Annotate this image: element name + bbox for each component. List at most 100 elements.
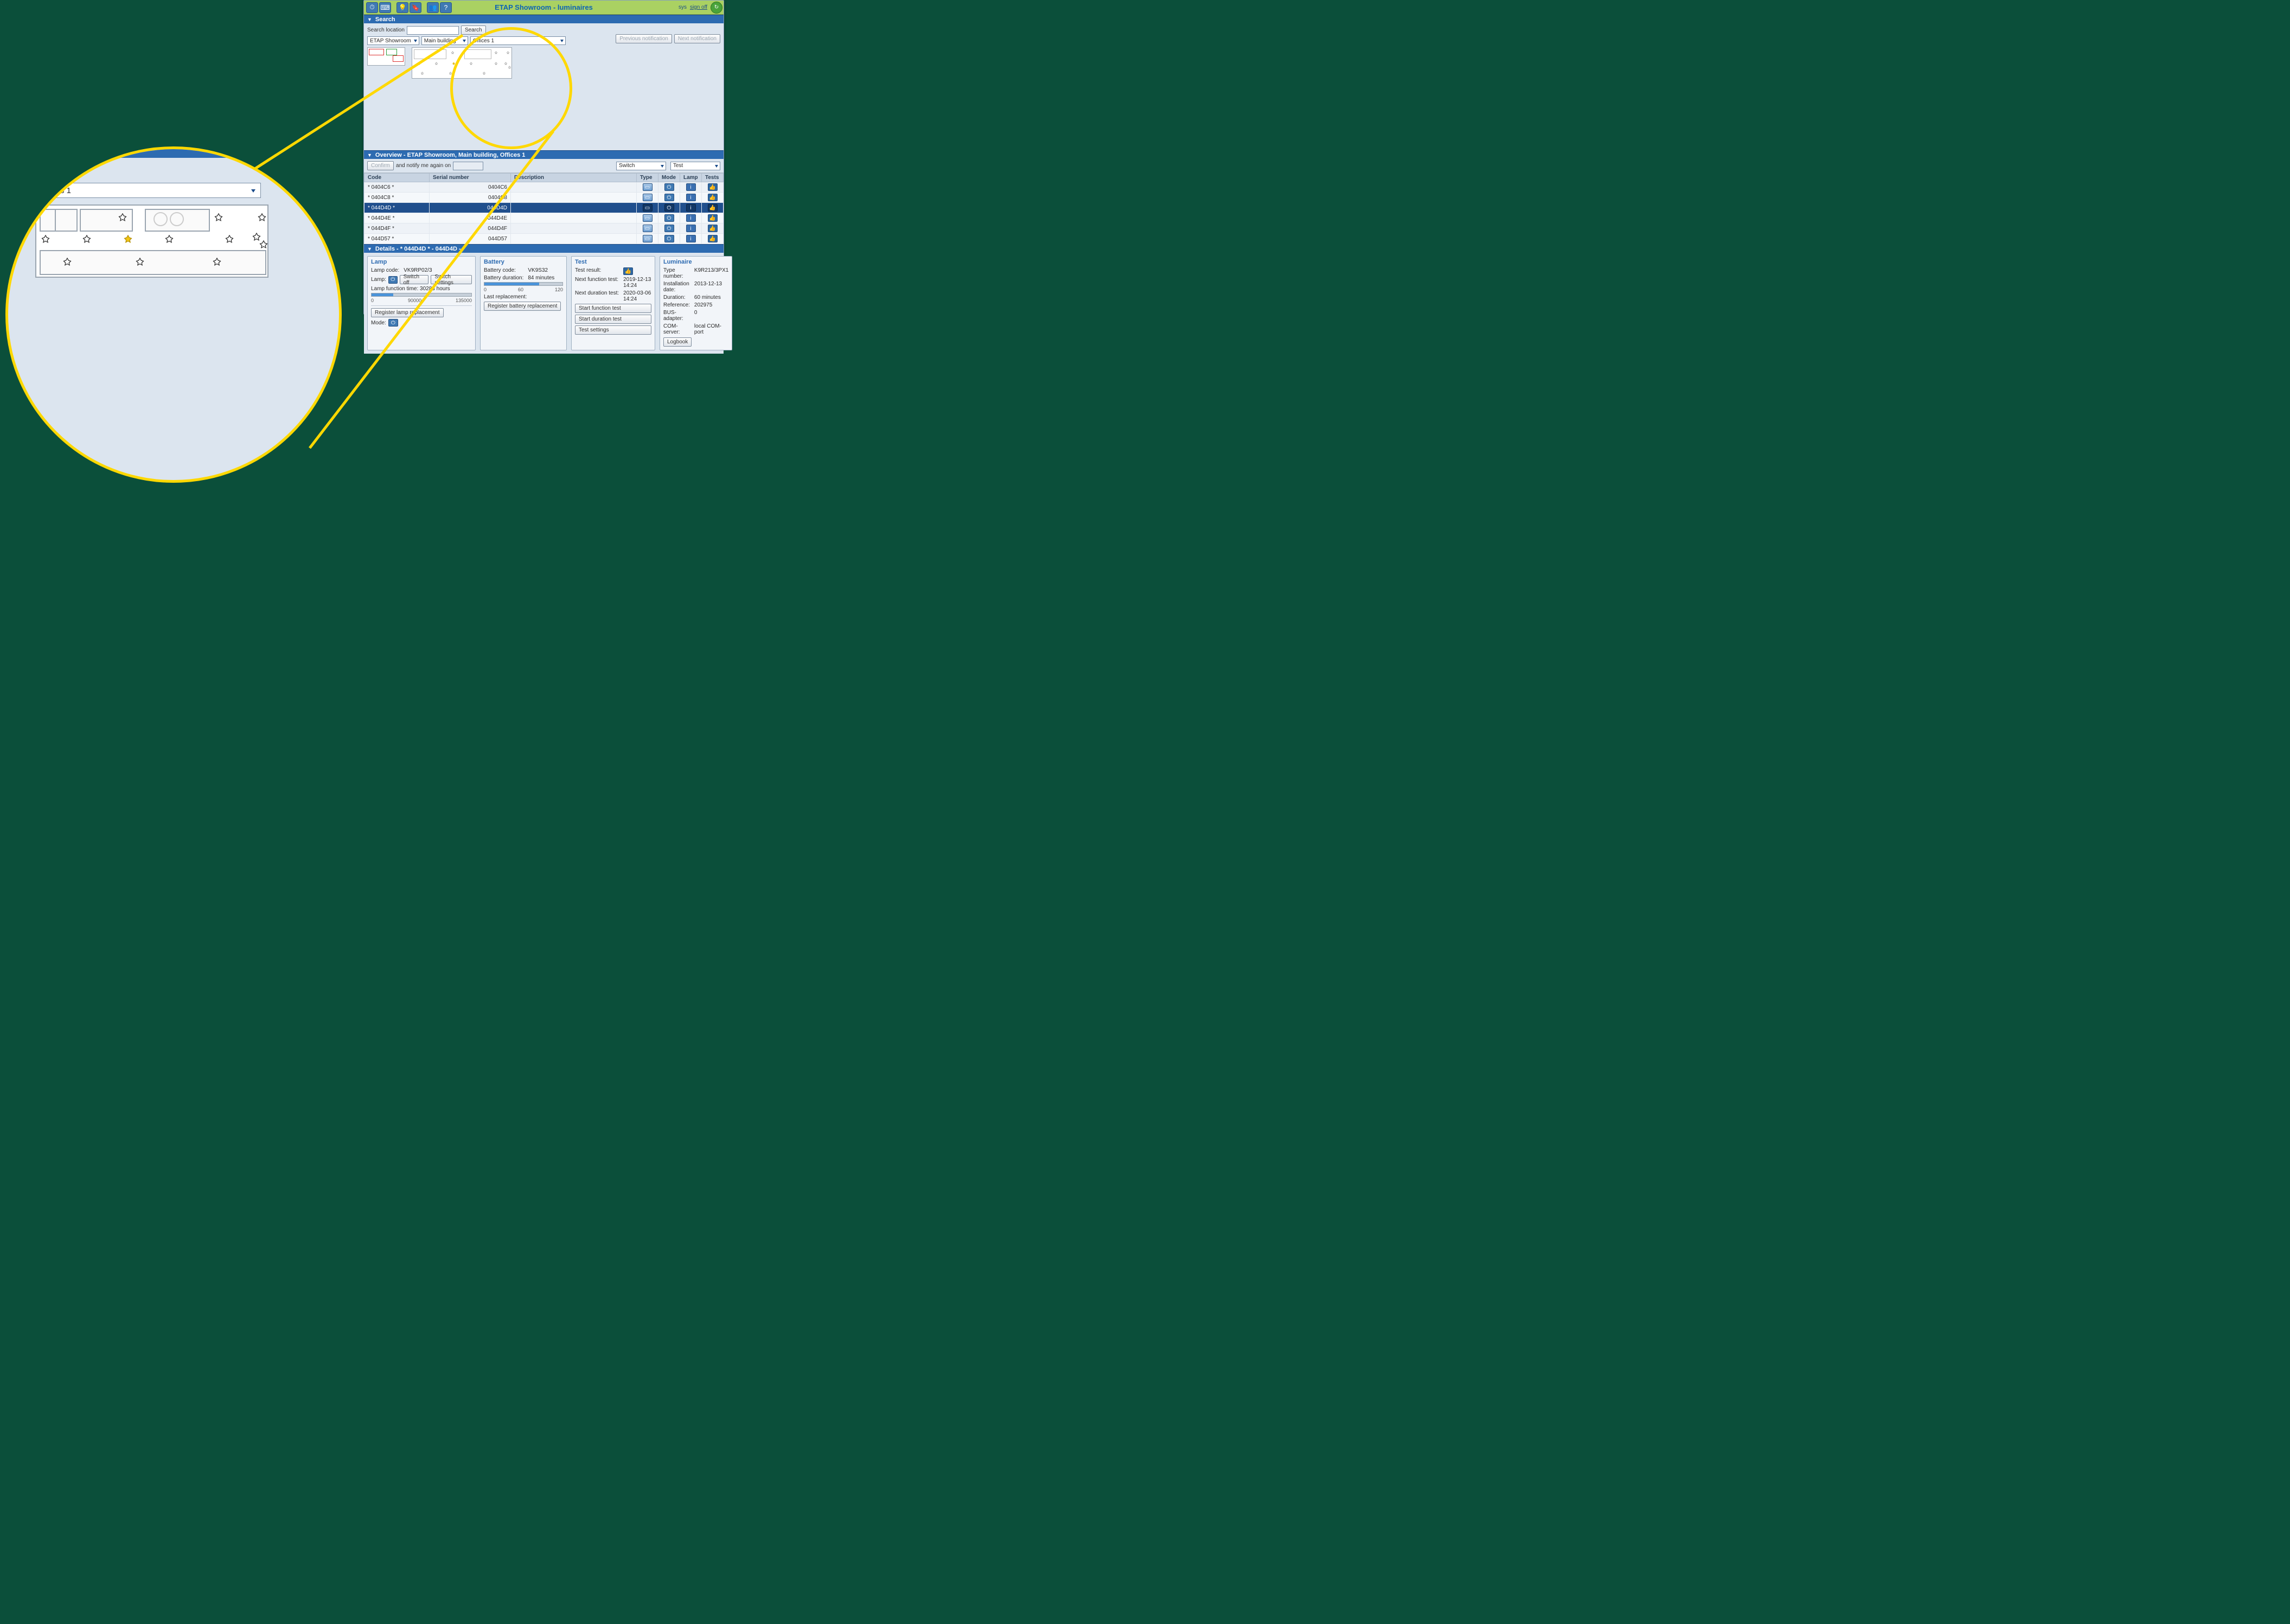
users-icon[interactable]: 👥 (427, 2, 439, 13)
col-tests[interactable]: Tests (702, 174, 724, 182)
info-icon[interactable]: i (686, 214, 696, 222)
search-location-input[interactable] (407, 26, 459, 35)
power-icon[interactable]: ⏻ (664, 194, 674, 201)
zoom-inset: .P Showroo... Offices 1 (5, 146, 342, 483)
thumbs-up-icon[interactable]: 👍 (708, 214, 718, 222)
info-icon[interactable]: i (686, 194, 696, 201)
help-icon[interactable]: ? (440, 2, 452, 13)
monitor-icon[interactable]: ▭ (643, 214, 653, 222)
building-plan-thumb[interactable] (367, 47, 405, 66)
confirm-button[interactable]: Confirm (367, 161, 394, 170)
power-icon[interactable]: ⏻ (664, 204, 674, 212)
table-row[interactable]: * 044D4F *044D4F▭⏻i👍 (364, 223, 724, 234)
lamp-icon[interactable]: 💡 (396, 2, 408, 13)
power-icon[interactable]: ⏻ (388, 276, 398, 284)
monitor-icon[interactable]: ▭ (643, 194, 653, 201)
monitor-icon[interactable]: ▭ (643, 225, 653, 232)
col-type[interactable]: Type (637, 174, 658, 182)
power-icon[interactable]: ⏻ (664, 214, 674, 222)
luminaire-title: Luminaire (663, 259, 728, 265)
thumbs-up-icon[interactable]: 👍 (708, 194, 718, 201)
start-duration-test-button[interactable]: Start duration test (575, 315, 651, 324)
search-header[interactable]: ▼ Search (364, 15, 724, 23)
selected-luminaire-icon (451, 62, 456, 67)
col-code[interactable]: Code (364, 174, 430, 182)
register-battery-button[interactable]: Register battery replacement (484, 302, 561, 311)
lamp-title: Lamp (371, 259, 472, 265)
lamp-label: Lamp: (371, 277, 386, 283)
signoff-link[interactable]: sign off (690, 4, 707, 10)
col-desc[interactable]: Description (511, 174, 637, 182)
prev-notification-button[interactable]: Previous notification (616, 34, 672, 43)
notify-date-input[interactable] (453, 162, 483, 170)
details-header[interactable]: ▼ Details - * 044D4D * - 044D4D - (364, 244, 724, 253)
thumbs-up-icon[interactable]: 👍 (708, 183, 718, 191)
table-row[interactable]: * 0404C8 *0404C8▭⏻i👍 (364, 193, 724, 203)
table-row[interactable]: * 0404C6 *0404C6▭⏻i👍 (364, 182, 724, 193)
lamp-code-label: Lamp code: (371, 267, 399, 273)
tag-icon[interactable]: 🔖 (410, 2, 421, 13)
chevron-down-icon: ▼ (367, 245, 372, 253)
clock-icon[interactable]: ⏱ (366, 2, 378, 13)
col-lamp[interactable]: Lamp (680, 174, 702, 182)
refresh-icon[interactable]: ↻ (711, 2, 722, 14)
start-function-test-button[interactable]: Start function test (575, 304, 651, 313)
select-showroom[interactable]: ETAP Showroom (367, 36, 419, 45)
table-row[interactable]: * 044D57 *044D57▭⏻i👍 (364, 234, 724, 244)
lamp-code: VK9RP02/3 (404, 267, 472, 273)
switch-settings-button[interactable]: Switch settings (431, 275, 472, 284)
room-plan-thumb[interactable] (412, 47, 512, 79)
table-row[interactable]: * 044D4E *044D4E▭⏻i👍 (364, 213, 724, 223)
select-room[interactable]: Offices 1 (470, 36, 566, 45)
zoom-room-select[interactable]: Offices 1 (33, 183, 261, 198)
thumbs-up-icon[interactable]: 👍 (708, 225, 718, 232)
search-button[interactable]: Search (461, 25, 486, 35)
info-icon[interactable]: i (686, 204, 696, 212)
lamp-hours-slider (371, 293, 472, 297)
table-row[interactable]: * 044D4D *044D4D▭⏻i👍 (364, 203, 724, 213)
info-icon[interactable]: i (686, 183, 696, 191)
lamp-function-time: Lamp function time: 30283 hours (371, 286, 472, 292)
next-notification-button[interactable]: Next notification (674, 34, 720, 43)
last-replacement-label: Last replacement: (484, 294, 563, 300)
zoom-room-plan[interactable] (35, 204, 268, 278)
zoom-selected-luminaire-icon (122, 235, 134, 247)
test-settings-button[interactable]: Test settings (575, 325, 651, 335)
details-heading: Details - * 044D4D * - 044D4D - (375, 245, 461, 253)
monitor-icon[interactable]: ▭ (643, 204, 653, 212)
thumbs-up-icon[interactable]: 👍 (708, 204, 718, 212)
battery-panel: Battery Battery code:VK9S32 Battery dura… (480, 256, 567, 350)
info-icon[interactable]: i (686, 225, 696, 232)
search-heading: Search (375, 15, 395, 24)
thumbs-up-icon: 👍 (623, 267, 633, 275)
power-icon[interactable]: ⏻ (664, 225, 674, 232)
search-location-label: Search location (367, 27, 405, 33)
mode-label: Mode: (371, 320, 386, 326)
overview-table: Code Serial number Description Type Mode… (364, 173, 724, 244)
monitor-icon[interactable]: ▭ (643, 183, 653, 191)
monitor-icon[interactable]: ▭ (643, 235, 653, 242)
mode-icon[interactable]: ⏻ (388, 319, 398, 327)
register-lamp-button[interactable]: Register lamp replacement (371, 308, 444, 317)
switch-select[interactable]: Switch (616, 162, 666, 170)
battery-slider (484, 282, 563, 286)
user-area: sys sign off (679, 4, 707, 10)
info-icon[interactable]: i (686, 235, 696, 242)
col-mode[interactable]: Mode (658, 174, 680, 182)
select-building[interactable]: Main building (421, 36, 468, 45)
thumbs-up-icon[interactable]: 👍 (708, 235, 718, 242)
search-panel: Search location Search Previous notifica… (364, 23, 724, 150)
lamp-panel: Lamp Lamp code: VK9RP02/3 Lamp: ⏻ Switch… (367, 256, 476, 350)
overview-header[interactable]: ▼ Overview - ETAP Showroom, Main buildin… (364, 150, 724, 159)
test-panel: Test Test result:👍 Next function test:20… (571, 256, 655, 350)
col-serial[interactable]: Serial number (430, 174, 511, 182)
battery-title: Battery (484, 259, 563, 265)
top-toolbar: ⏱ ⌨ 💡 🔖 👥 ? ETAP Showroom - luminaires s… (364, 1, 724, 15)
switch-off-button[interactable]: Switch off (400, 275, 429, 284)
power-icon[interactable]: ⏻ (664, 183, 674, 191)
keyboard-icon[interactable]: ⌨ (379, 2, 391, 13)
power-icon[interactable]: ⏻ (664, 235, 674, 242)
logbook-button[interactable]: Logbook (663, 337, 692, 347)
details-panels: Lamp Lamp code: VK9RP02/3 Lamp: ⏻ Switch… (364, 253, 724, 354)
test-select[interactable]: Test (670, 162, 720, 170)
